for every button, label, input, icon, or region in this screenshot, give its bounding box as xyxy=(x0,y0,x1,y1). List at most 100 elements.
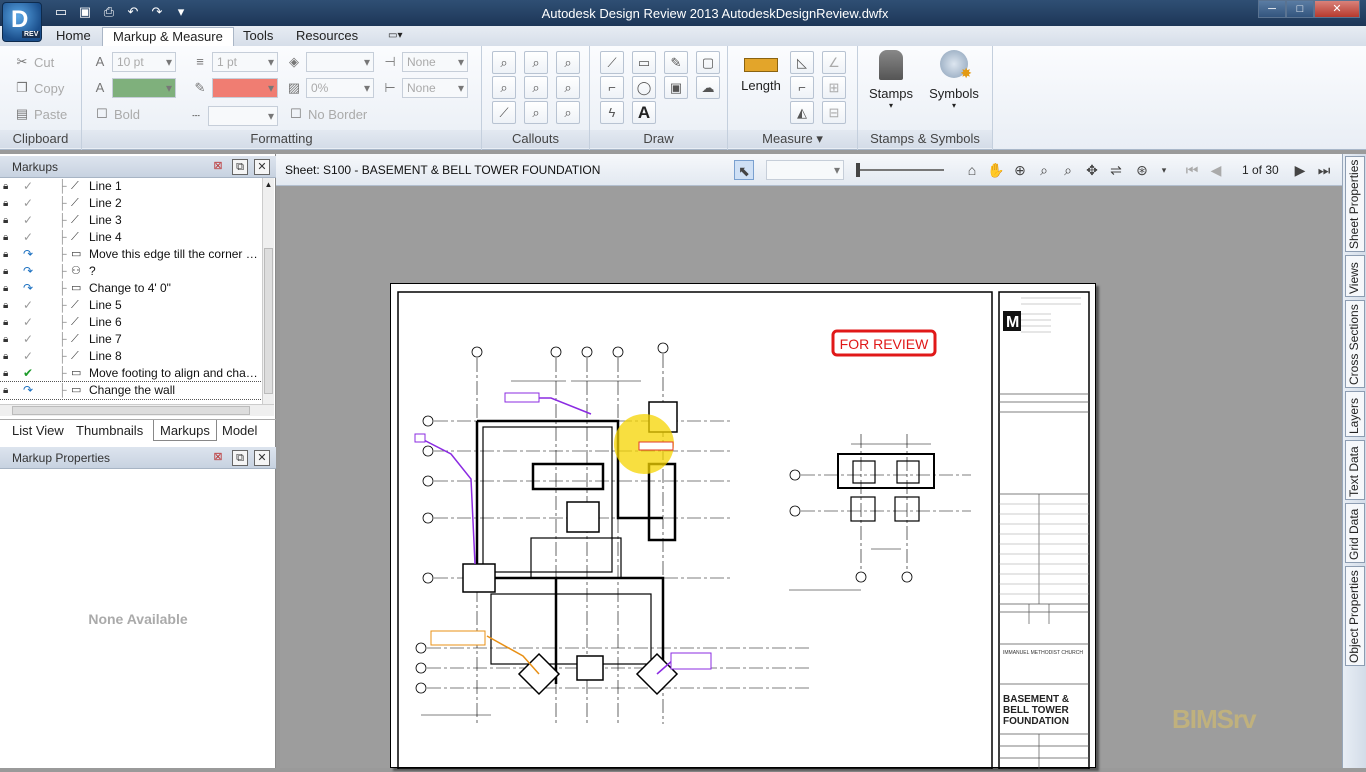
markup-status-icon[interactable]: ↷ xyxy=(21,246,35,263)
markup-status-icon[interactable]: ✓ xyxy=(21,178,35,195)
lock-icon[interactable]: 🔒︎ xyxy=(3,280,13,297)
lock-icon[interactable]: 🔒︎ xyxy=(3,348,13,365)
pan-hand-icon[interactable]: ✋ xyxy=(986,160,1006,180)
lock-icon[interactable]: 🔒︎ xyxy=(3,178,13,195)
draw-highlight-button[interactable]: ▣ xyxy=(664,76,688,99)
last-page-icon[interactable]: ⏭ xyxy=(1314,160,1334,180)
tab-sheet-properties[interactable]: Sheet Properties xyxy=(1345,156,1365,252)
callout-leader-button[interactable]: ⟋ xyxy=(492,101,516,124)
zoom-window-icon[interactable]: ⌕ xyxy=(1034,160,1054,180)
markup-status-icon[interactable]: ✓ xyxy=(21,297,35,314)
fit-to-window-icon[interactable]: ⌕ xyxy=(1058,160,1078,180)
markups-vertical-scrollbar[interactable]: ▲ xyxy=(262,178,274,404)
markup-status-icon[interactable]: ✓ xyxy=(21,331,35,348)
symbols-button[interactable]: ✸ Symbols ▾ xyxy=(924,50,984,110)
transparency-select[interactable]: 0% xyxy=(306,78,374,98)
stamps-button[interactable]: Stamps ▾ xyxy=(864,50,918,110)
markup-status-icon[interactable]: ✓ xyxy=(21,212,35,229)
line-color-select[interactable] xyxy=(212,78,278,98)
draw-pencil-button[interactable]: ✎ xyxy=(664,51,688,74)
tab-grid-data[interactable]: Grid Data xyxy=(1345,503,1365,563)
markup-status-icon[interactable]: ✓ xyxy=(21,314,35,331)
line-style-select[interactable] xyxy=(208,106,278,126)
markup-list-item[interactable]: 🔒︎ ✔ ├ ▭ Move footing to align and chan... xyxy=(0,365,262,382)
lock-icon[interactable]: 🔒︎ xyxy=(3,314,13,331)
tab-layers[interactable]: Layers xyxy=(1345,391,1365,437)
panel-pin-icon[interactable]: ⊠ xyxy=(210,159,226,175)
tab-tools[interactable]: Tools xyxy=(233,27,283,46)
no-border-toggle[interactable]: ☐ No Border xyxy=(288,106,367,122)
arrow-start-select[interactable]: None xyxy=(402,52,468,72)
draw-cloud-button[interactable]: ☁ xyxy=(696,76,720,99)
markup-status-icon[interactable]: ↷ xyxy=(21,382,35,399)
fill-style-select[interactable] xyxy=(306,52,374,72)
measure-area-button[interactable]: ◺ xyxy=(790,51,814,74)
tab-list-view[interactable]: List View xyxy=(6,420,70,441)
measure-settings-button[interactable]: ⊟ xyxy=(822,101,846,124)
markup-status-icon[interactable]: ✓ xyxy=(21,195,35,212)
tab-thumbnails[interactable]: Thumbnails xyxy=(70,420,149,441)
lock-icon[interactable]: 🔒︎ xyxy=(3,212,13,229)
arrow-end-select[interactable]: None xyxy=(402,78,468,98)
props-close-icon[interactable]: ✕ xyxy=(254,450,270,466)
scroll-thumb[interactable] xyxy=(264,248,273,394)
drawing-sheet[interactable]: M IMMANUEL METHODIST CHURCH BASEMENT & B… xyxy=(390,283,1096,770)
zoom-slider-handle[interactable] xyxy=(856,163,860,177)
markup-list-item[interactable]: 🔒︎ ✓ ├ ⟋ Line 8 xyxy=(0,348,262,365)
lock-icon[interactable]: 🔒︎ xyxy=(3,331,13,348)
cut-button[interactable]: ✂ Cut xyxy=(14,54,55,70)
markup-list-item[interactable]: 🔒︎ ↷ ├ ▭ Change to 4' 0" xyxy=(0,280,262,297)
previous-page-icon[interactable]: ◀ xyxy=(1206,160,1226,180)
lock-icon[interactable]: 🔒︎ xyxy=(3,195,13,212)
markup-list-item[interactable]: 🔒︎ ✓ ├ ⟋ Line 4 xyxy=(0,229,262,246)
maximize-button[interactable]: □ xyxy=(1286,0,1314,18)
callout-question-button[interactable]: ⌕ xyxy=(556,76,580,99)
markup-list-item[interactable]: 🔒︎ ↷ ├ ▭ Change the wall xyxy=(0,381,262,400)
font-size-select[interactable]: 10 pt xyxy=(112,52,176,72)
tab-model[interactable]: Model xyxy=(216,420,263,441)
tab-views[interactable]: Views xyxy=(1345,255,1365,297)
callout-rect-button[interactable]: ⌕ xyxy=(492,51,516,74)
props-float-icon[interactable]: ⧉ xyxy=(232,450,248,466)
draw-text-button[interactable]: A xyxy=(632,101,656,124)
markup-list-item[interactable]: 🔒︎ ✓ ├ ⟋ Line 7 xyxy=(0,331,262,348)
callout-note-button[interactable]: ⌕ xyxy=(524,101,548,124)
orbit-icon[interactable]: ✥ xyxy=(1082,160,1102,180)
callout-text-button[interactable]: ⌕ xyxy=(524,76,548,99)
markup-status-icon[interactable]: ✔ xyxy=(21,365,35,382)
lock-icon[interactable]: 🔒︎ xyxy=(3,297,13,314)
copy-button[interactable]: ❐ Copy xyxy=(14,80,64,96)
markup-list-item[interactable]: 🔒︎ ✓ ├ ⟋ Line 6 xyxy=(0,314,262,331)
draw-freehand-button[interactable]: ϟ xyxy=(600,101,624,124)
draw-rectangle-button[interactable]: ▭ xyxy=(632,51,656,74)
markup-status-icon[interactable]: ↷ xyxy=(21,263,35,280)
markup-status-icon[interactable]: ✓ xyxy=(21,348,35,365)
markup-status-icon[interactable]: ✓ xyxy=(21,229,35,246)
callout-custom-button[interactable]: ⌕ xyxy=(556,101,580,124)
lock-icon[interactable]: 🔒︎ xyxy=(3,229,13,246)
next-page-icon[interactable]: ▶ xyxy=(1290,160,1310,180)
panel-float-icon[interactable]: ⧉ xyxy=(232,159,248,175)
measure-calibrate-button[interactable]: ◭ xyxy=(790,101,814,124)
callout-cloud-button[interactable]: ⌕ xyxy=(524,51,548,74)
markup-status-icon[interactable]: ↷ xyxy=(21,280,35,297)
markup-list-item[interactable]: 🔒︎ ↷ ├ ▭ Move this edge till the corner of .… xyxy=(0,246,262,263)
draw-rounded-rect-button[interactable]: ▢ xyxy=(696,51,720,74)
markup-list-item[interactable]: 🔒︎ ✓ ├ ⟋ Line 3 xyxy=(0,212,262,229)
lock-icon[interactable]: 🔒︎ xyxy=(3,246,13,263)
turntable-icon[interactable]: ⇌ xyxy=(1106,160,1126,180)
application-menu-button[interactable]: D REV xyxy=(2,2,42,42)
select-tool-icon[interactable]: ⬉ xyxy=(734,160,754,180)
markup-list-item[interactable]: 🔒︎ ↷ ├ ⚇? xyxy=(0,263,262,280)
minimize-button[interactable]: ─ xyxy=(1258,0,1286,18)
lock-icon[interactable]: 🔒︎ xyxy=(3,382,13,399)
draw-ellipse-button[interactable]: ◯ xyxy=(632,76,656,99)
close-button[interactable]: ✕ xyxy=(1314,0,1360,18)
paste-button[interactable]: ▤ Paste xyxy=(14,106,67,122)
font-color-select[interactable] xyxy=(112,78,176,98)
hscroll-thumb[interactable] xyxy=(12,406,250,415)
measure-group-label[interactable]: Measure ▾ xyxy=(728,130,857,148)
lock-icon[interactable]: 🔒︎ xyxy=(3,365,13,382)
tab-home[interactable]: Home xyxy=(46,27,101,46)
zoom-slider[interactable] xyxy=(856,169,944,171)
